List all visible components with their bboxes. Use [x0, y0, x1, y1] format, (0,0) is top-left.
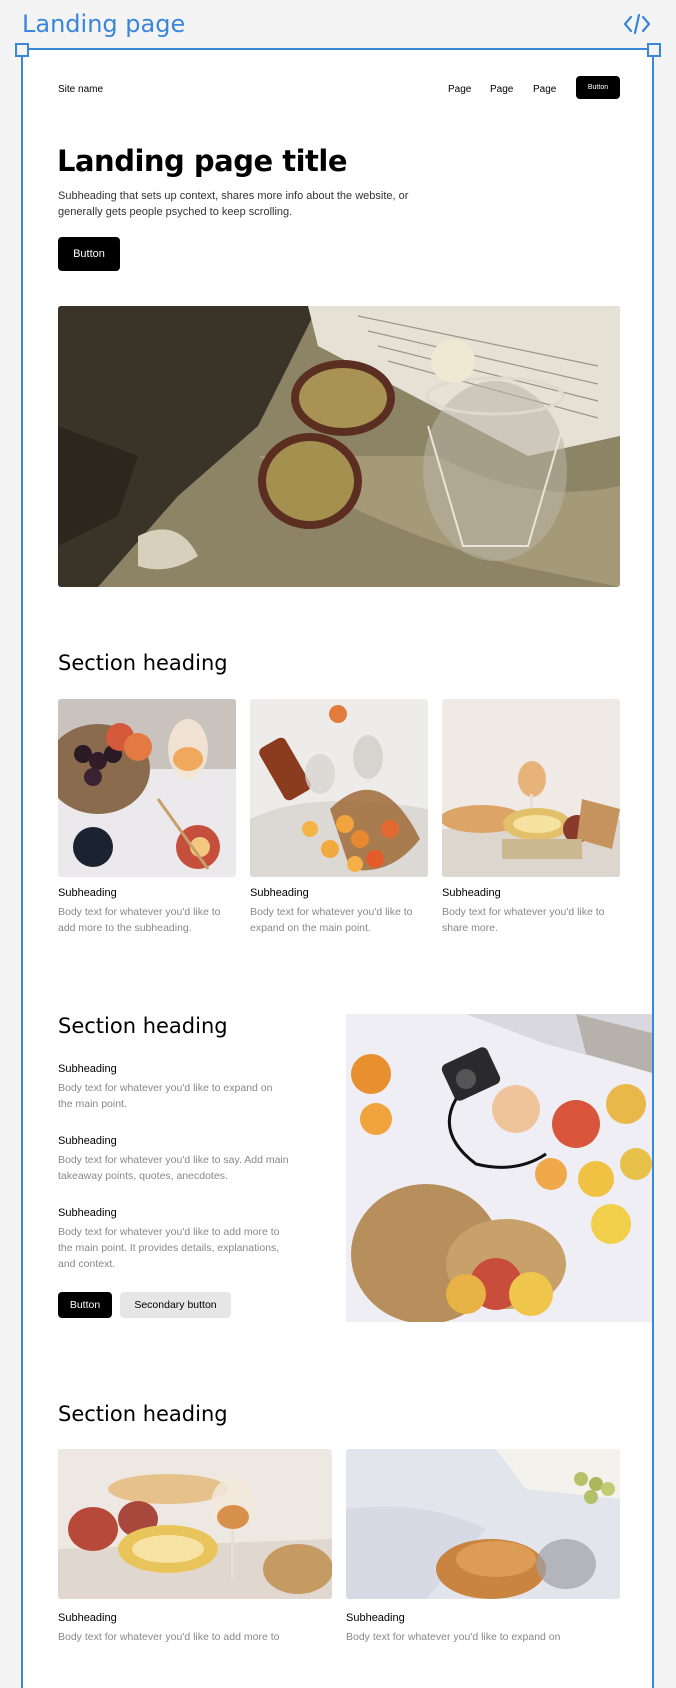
feature-1-subheading: Subheading: [58, 1063, 117, 1075]
nav-link-1[interactable]: Page: [448, 84, 471, 95]
section-2-image: [346, 1014, 652, 1322]
card-image-1: [58, 699, 236, 877]
feature-3-subheading: Subheading: [58, 1207, 117, 1219]
canvas-title: Landing page: [22, 10, 186, 38]
section-3-card-2-body: Body text for whatever you'd like to exp…: [346, 1631, 561, 1643]
section-3-image-1: [58, 1449, 332, 1599]
card-2-subheading: Subheading: [250, 887, 309, 899]
code-brackets-icon[interactable]: [623, 12, 651, 36]
navbar: Site name Page Page Page Button: [23, 76, 652, 106]
section-3-card-1-subheading: Subheading: [58, 1612, 117, 1624]
site-name[interactable]: Site name: [58, 84, 103, 95]
feature-2-subheading: Subheading: [58, 1135, 117, 1147]
card-3-body: Body text for whatever you'd like to sha…: [442, 906, 605, 934]
section-3-heading: Section heading: [58, 1402, 228, 1426]
card-1-subheading: Subheading: [58, 887, 117, 899]
card-3-subheading: Subheading: [442, 887, 501, 899]
section-3-card-1-body: Body text for whatever you'd like to add…: [58, 1631, 280, 1643]
feature-3-body: Body text for whatever you'd like to add…: [58, 1226, 280, 1270]
card-1-body: Body text for whatever you'd like to add…: [58, 906, 221, 934]
feature-2-body: Body text for whatever you'd like to say…: [58, 1154, 289, 1182]
section-3-image-2: [346, 1449, 620, 1599]
section-1-heading: Section heading: [58, 651, 228, 675]
hero-subtitle: Subheading that sets up context, shares …: [58, 190, 409, 218]
hero-image: [58, 306, 620, 587]
card-2-body: Body text for whatever you'd like to exp…: [250, 906, 413, 934]
resize-handle-left[interactable]: [15, 43, 29, 57]
nav-link-3[interactable]: Page: [533, 84, 556, 95]
hero-title: Landing page title: [57, 144, 348, 178]
hero-button[interactable]: Button: [58, 237, 120, 271]
section-3-card-2-subheading: Subheading: [346, 1612, 405, 1624]
nav-button[interactable]: Button: [576, 76, 620, 99]
resize-handle-right[interactable]: [647, 43, 661, 57]
section-2-secondary-button[interactable]: Secondary button: [120, 1292, 231, 1318]
card-image-2: [250, 699, 428, 877]
section-2-primary-button[interactable]: Button: [58, 1292, 112, 1318]
feature-1-body: Body text for whatever you'd like to exp…: [58, 1082, 273, 1110]
card-image-3: [442, 699, 620, 877]
nav-link-2[interactable]: Page: [490, 84, 513, 95]
section-2-heading: Section heading: [58, 1014, 228, 1038]
page-frame: Site name Page Page Page Button Landing …: [21, 48, 654, 1688]
